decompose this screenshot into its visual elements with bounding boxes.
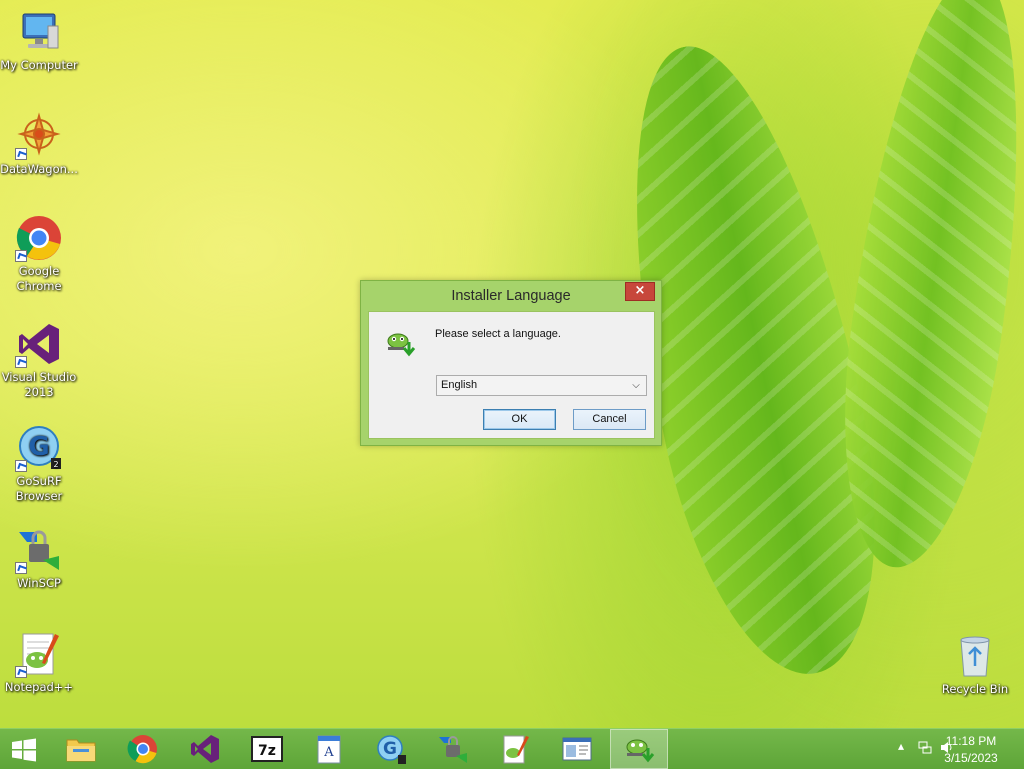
desktop-icon-label: Google Chrome: [16, 264, 62, 293]
winscp-icon: [15, 526, 63, 574]
svg-text:G: G: [383, 739, 397, 759]
winscp-icon: [437, 734, 469, 764]
recycle-bin-icon: [951, 632, 999, 680]
clock-date[interactable]: 3/15/2023: [936, 751, 1006, 765]
shortcut-arrow-icon: [15, 460, 27, 472]
shortcut-arrow-icon: [15, 148, 27, 160]
shortcut-arrow-icon: [15, 666, 27, 678]
gosurf-icon: G: [375, 734, 407, 764]
shortcut-arrow-icon: [15, 562, 27, 574]
ok-button[interactable]: OK: [483, 409, 556, 430]
language-select-value: English: [441, 379, 478, 391]
start-button[interactable]: [0, 729, 48, 769]
installer-language-dialog: Installer Language × Please select a lan…: [360, 280, 662, 446]
desktop-icon-label: DataWagon...: [0, 162, 78, 176]
shortcut-arrow-icon: [15, 250, 27, 262]
dialog-title: Installer Language: [451, 288, 571, 304]
svg-text:A: A: [323, 745, 334, 760]
system-tray: ▴ 11:18 PM 3/15/2023: [874, 729, 1024, 769]
cancel-button[interactable]: Cancel: [573, 409, 646, 430]
chevron-down-icon: ⌵: [632, 380, 640, 391]
desktop-icon-label: Visual Studio 2013: [1, 370, 77, 399]
taskbar-visual-studio[interactable]: [176, 729, 234, 769]
desktop-icon-label: WinSCP: [17, 576, 61, 590]
notepadpp-icon: [15, 630, 63, 678]
show-hidden-icons-icon[interactable]: ▴: [898, 739, 904, 753]
svg-text:7z: 7z: [258, 743, 276, 759]
shortcut-arrow-icon: [15, 356, 27, 368]
desktop-icon-label: Recycle Bin: [941, 682, 1009, 696]
visual-studio-icon: [15, 320, 63, 368]
language-select[interactable]: English ⌵: [436, 375, 647, 396]
close-button[interactable]: ×: [625, 282, 655, 301]
taskbar-winscp[interactable]: [424, 729, 482, 769]
desktop-icon-label: GoSuRF Browser: [15, 474, 63, 503]
window-app-icon: [561, 734, 593, 764]
svg-text:G: G: [28, 432, 49, 462]
svg-text:2: 2: [53, 460, 58, 469]
computer-icon: [15, 8, 63, 56]
wordpad-icon: A: [313, 734, 345, 764]
taskbar-installer[interactable]: [610, 729, 668, 769]
dialog-body: Please select a language. English ⌵ OK C…: [368, 311, 655, 439]
taskbar-window-app[interactable]: [548, 729, 606, 769]
taskbar-notepadpp[interactable]: [486, 729, 544, 769]
windows-start-icon: [10, 738, 38, 762]
taskbar-wordpad[interactable]: A: [300, 729, 358, 769]
network-icon[interactable]: [918, 741, 932, 757]
desktop-icon-label: Notepad++: [4, 680, 74, 694]
datawagon-icon: [15, 112, 63, 160]
desktop-icon-notepadpp[interactable]: Notepad++: [0, 630, 79, 695]
clock-time[interactable]: 11:18 PM: [936, 734, 1006, 748]
chrome-icon: [127, 734, 159, 764]
desktop-icon-visual-studio[interactable]: Visual Studio 2013: [0, 320, 79, 400]
chrome-icon: [15, 214, 63, 262]
notepadpp-installer-icon: [624, 735, 656, 765]
prompt-text: Please select a language.: [435, 328, 561, 340]
notepadpp-icon: [499, 734, 531, 764]
gosurf-icon: G 2: [15, 424, 63, 472]
taskbar-chrome[interactable]: [114, 729, 172, 769]
taskbar-gosurf[interactable]: G: [362, 729, 420, 769]
desktop-icon-winscp[interactable]: WinSCP: [0, 526, 79, 591]
desktop-icon-google-chrome[interactable]: Google Chrome: [0, 214, 79, 294]
desktop-icon-gosurf-browser[interactable]: G 2 GoSuRF Browser: [0, 424, 79, 504]
desktop-icon-datawagon[interactable]: DataWagon...: [0, 112, 79, 177]
wallpaper-leaf: [818, 0, 1024, 578]
desktop-icon-recycle-bin[interactable]: Recycle Bin: [935, 632, 1015, 697]
file-explorer-icon: [65, 734, 97, 764]
visual-studio-icon: [189, 734, 221, 764]
desktop-icon-my-computer[interactable]: My Computer: [0, 8, 79, 73]
taskbar: 7z A G ▴ 11:18 PM 3/15/2023: [0, 728, 1024, 769]
taskbar-file-explorer[interactable]: [52, 729, 110, 769]
7zip-icon: 7z: [251, 734, 283, 764]
taskbar-7zip[interactable]: 7z: [238, 729, 296, 769]
notepadpp-installer-icon: [385, 328, 417, 360]
desktop-icon-label: My Computer: [0, 58, 78, 72]
